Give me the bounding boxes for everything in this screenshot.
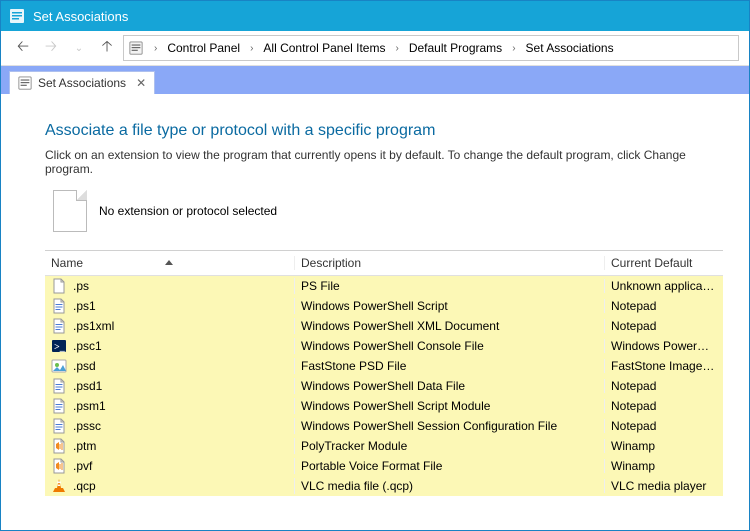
default-label: Windows PowerShell: [605, 339, 723, 353]
blank-file-icon: [53, 190, 87, 232]
default-label: Unknown application: [605, 279, 723, 293]
default-label: Notepad: [605, 299, 723, 313]
chevron-right-icon[interactable]: ›: [506, 43, 521, 54]
desc-label: FastStone PSD File: [295, 359, 605, 373]
desc-label: VLC media file (.qcp): [295, 479, 605, 493]
script-icon: [51, 298, 67, 314]
chevron-right-icon[interactable]: ›: [244, 43, 259, 54]
ext-label: .psd1: [73, 379, 102, 393]
table-row[interactable]: .psd FastStone PSD FileFastStone Image Vi…: [45, 356, 723, 376]
desc-label: Windows PowerShell Script: [295, 299, 605, 313]
desc-label: Windows PowerShell Script Module: [295, 399, 605, 413]
ext-label: .qcp: [73, 479, 96, 493]
nav-toolbar: 🡠 🡢 ⌄ 🡡 › Control Panel › All Control Pa…: [1, 31, 749, 66]
desc-label: Windows PowerShell Console File: [295, 339, 605, 353]
page-subtext: Click on an extension to view the progra…: [45, 148, 723, 176]
vlc-icon: [51, 478, 67, 494]
col-desc[interactable]: Description: [295, 256, 605, 270]
desc-label: Portable Voice Format File: [295, 459, 605, 473]
chevron-right-icon[interactable]: ›: [148, 43, 163, 54]
script-icon: [51, 378, 67, 394]
script-icon: [51, 318, 67, 334]
table-row[interactable]: .psd1 Windows PowerShell Data FileNotepad: [45, 376, 723, 396]
titlebar: Set Associations: [1, 1, 749, 31]
ps-icon: >_: [51, 338, 67, 354]
script-icon: [51, 418, 67, 434]
assoc-icon: [128, 40, 144, 56]
ext-label: .pssc: [73, 419, 101, 433]
default-label: Notepad: [605, 399, 723, 413]
default-label: Winamp: [605, 459, 723, 473]
ext-label: .ps1: [73, 299, 96, 313]
default-label: Winamp: [605, 439, 723, 453]
script-icon: [51, 398, 67, 414]
associations-list: Name Description Current Default .ps PS F…: [45, 250, 723, 530]
table-row[interactable]: .ps1 Windows PowerShell ScriptNotepad: [45, 296, 723, 316]
no-selection-label: No extension or protocol selected: [99, 204, 277, 218]
forward-button[interactable]: 🡢: [39, 36, 63, 60]
up-button[interactable]: 🡡: [95, 36, 119, 60]
default-label: Notepad: [605, 379, 723, 393]
crumb-all-items[interactable]: All Control Panel Items: [261, 41, 387, 55]
table-row[interactable]: .psm1 Windows PowerShell Script ModuleNot…: [45, 396, 723, 416]
close-icon[interactable]: ✕: [136, 76, 146, 90]
desc-label: Windows PowerShell Data File: [295, 379, 605, 393]
default-label: Notepad: [605, 419, 723, 433]
default-label: FastStone Image Viewer: [605, 359, 723, 373]
tab-set-associations[interactable]: Set Associations ✕: [9, 71, 155, 94]
chevron-right-icon[interactable]: ›: [389, 43, 404, 54]
table-row[interactable]: .pvf Portable Voice Format FileWinamp: [45, 456, 723, 476]
assoc-icon: [18, 76, 32, 90]
blank-icon: [51, 278, 67, 294]
desc-label: PS File: [295, 279, 605, 293]
back-button[interactable]: 🡠: [11, 36, 35, 60]
col-default[interactable]: Current Default: [605, 256, 723, 270]
table-row[interactable]: .ptm PolyTracker ModuleWinamp: [45, 436, 723, 456]
ext-label: .psm1: [73, 399, 106, 413]
table-row[interactable]: >_ .psc1 Windows PowerShell Console FileWi…: [45, 336, 723, 356]
crumb-default-programs[interactable]: Default Programs: [407, 41, 504, 55]
desc-label: PolyTracker Module: [295, 439, 605, 453]
ext-label: .psc1: [73, 339, 102, 353]
svg-text:>_: >_: [54, 342, 66, 353]
ext-label: .ptm: [73, 439, 96, 453]
recent-dropdown[interactable]: ⌄: [67, 36, 91, 60]
tab-label: Set Associations: [38, 76, 126, 90]
ext-label: .pvf: [73, 459, 92, 473]
fs-icon: [51, 358, 67, 374]
table-row[interactable]: .ps PS FileUnknown application: [45, 276, 723, 296]
crumb-control-panel[interactable]: Control Panel: [165, 41, 242, 55]
default-label: VLC media player: [605, 479, 723, 493]
page-heading: Associate a file type or protocol with a…: [45, 122, 723, 140]
table-row[interactable]: .qcp VLC media file (.qcp)VLC media playe…: [45, 476, 723, 496]
desc-label: Windows PowerShell XML Document: [295, 319, 605, 333]
selection-row: No extension or protocol selected: [53, 190, 723, 232]
list-rows: .ps PS FileUnknown application .ps1 Windows…: [45, 276, 723, 496]
default-label: Notepad: [605, 319, 723, 333]
tab-bar: Set Associations ✕: [1, 66, 749, 94]
ext-label: .ps1xml: [73, 319, 114, 333]
table-row[interactable]: .ps1xml Windows PowerShell XML DocumentNo…: [45, 316, 723, 336]
address-bar[interactable]: › Control Panel › All Control Panel Item…: [123, 35, 739, 61]
ext-label: .psd: [73, 359, 96, 373]
assoc-icon: [9, 8, 25, 24]
window-title: Set Associations: [33, 9, 128, 24]
winamp-icon: [51, 438, 67, 454]
list-header[interactable]: Name Description Current Default: [45, 251, 723, 276]
window: Set Associations 🡠 🡢 ⌄ 🡡 › Control Panel…: [0, 0, 750, 531]
content-area: Associate a file type or protocol with a…: [1, 94, 749, 530]
crumb-set-assoc[interactable]: Set Associations: [524, 41, 616, 55]
table-row[interactable]: .pssc Windows PowerShell Session Configur…: [45, 416, 723, 436]
ext-label: .ps: [73, 279, 89, 293]
desc-label: Windows PowerShell Session Configuration…: [295, 419, 605, 433]
col-name[interactable]: Name: [45, 256, 295, 270]
winamp-icon: [51, 458, 67, 474]
